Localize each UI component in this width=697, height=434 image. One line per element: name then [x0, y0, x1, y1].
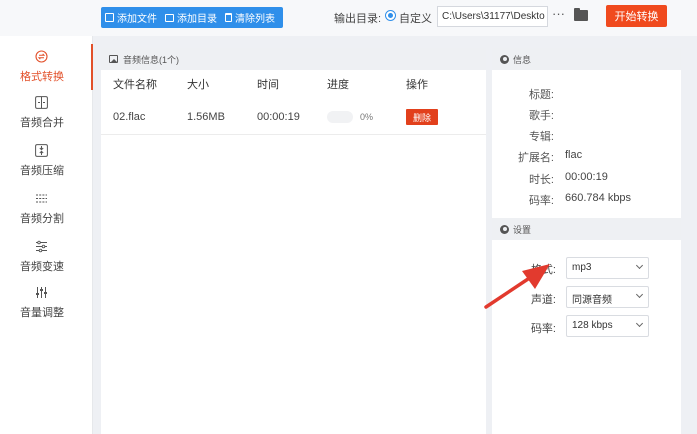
open-folder-icon[interactable]	[574, 8, 588, 21]
sidebar-item-label: 音频合并	[20, 117, 64, 129]
settings-header: 设置	[492, 218, 681, 240]
file-action-group: 添加文件 添加目录 清除列表	[101, 7, 283, 28]
info-artist-key: 歌手:	[528, 110, 554, 122]
info-title: 信息	[513, 54, 532, 65]
channel-select-value: 同源音频	[572, 295, 612, 306]
column-header-size: 大小	[187, 79, 209, 91]
info-duration-value: 00:00:19	[565, 171, 608, 183]
sidebar-item-audio-split[interactable]: 音频分割	[0, 192, 92, 242]
clear-list-label: 清除列表	[235, 14, 275, 25]
sidebar-item-label: 音量调整	[20, 307, 64, 319]
file-list-panel: 音频信息(1个) 文件名称 大小 时间 进度 操作 02.flac 1.56MB…	[101, 48, 486, 434]
bitrate-select[interactable]: 128 kbps	[566, 315, 649, 337]
add-file-icon	[105, 13, 114, 22]
chevron-down-icon	[635, 290, 644, 299]
progress-text: 0%	[360, 112, 374, 122]
gear-icon	[500, 224, 509, 234]
info-bitrate-key: 码率:	[528, 195, 554, 207]
row-divider	[101, 134, 486, 135]
info-extension-value: flac	[565, 149, 583, 161]
add-file-label: 添加文件	[117, 14, 157, 25]
sidebar-item-audio-speed[interactable]: 音频变速	[0, 240, 92, 290]
trash-icon	[225, 13, 232, 22]
sidebar-item-volume-adjust[interactable]: 音量调整	[0, 286, 92, 336]
add-folder-button[interactable]: 添加目录	[161, 7, 221, 28]
custom-radio-label[interactable]: 自定义	[399, 10, 432, 26]
file-list-header: 音频信息(1个)	[101, 48, 486, 70]
active-indicator	[91, 44, 93, 90]
sidebar-item-audio-merge[interactable]: 音频合并	[0, 92, 92, 142]
settings-section: 设置	[492, 218, 681, 240]
column-header-time: 时间	[257, 79, 279, 91]
settings-title: 设置	[513, 224, 532, 235]
sidebar-item-format-convert[interactable]: 格式转换	[0, 42, 93, 92]
file-list-title: 音频信息(1个)	[123, 54, 179, 65]
output-dir-label: 输出目录:	[334, 13, 382, 25]
output-path-input[interactable]: C:\Users\31177\Deskto	[437, 6, 548, 27]
add-file-button[interactable]: 添加文件	[101, 7, 161, 28]
bitrate-select-value: 128 kbps	[572, 320, 613, 331]
custom-radio[interactable]	[385, 10, 396, 21]
sidebar-item-label: 音频压缩	[20, 165, 64, 177]
top-toolbar: 添加文件 添加目录 清除列表 输出目录: 自定义 C:\Users\31177\…	[0, 0, 697, 36]
audio-merge-icon	[35, 96, 48, 109]
image-icon	[109, 55, 118, 63]
folder-icon	[165, 13, 174, 22]
file-size-cell: 1.56MB	[187, 111, 225, 123]
channel-select[interactable]: 同源音频	[566, 286, 649, 308]
chevron-down-icon	[635, 319, 644, 328]
column-header-name: 文件名称	[113, 79, 157, 91]
sidebar-item-label: 音频变速	[20, 261, 64, 273]
channel-label: 声道:	[530, 294, 556, 306]
info-extension-key: 扩展名:	[517, 152, 554, 164]
info-header: 信息	[492, 48, 681, 70]
volume-adjust-icon	[36, 287, 47, 298]
info-settings-panel: 信息 标题: 歌手: 专辑: 扩展名: flac 时长: 00:00:19 码率…	[492, 48, 681, 434]
format-select[interactable]: mp3	[566, 257, 649, 279]
bitrate-label: 码率:	[530, 323, 556, 335]
delete-button[interactable]: 删除	[406, 109, 438, 125]
add-folder-label: 添加目录	[177, 14, 217, 25]
sidebar-item-label: 音频分割	[20, 213, 64, 225]
more-options-button[interactable]: ···	[552, 6, 565, 21]
column-header-action: 操作	[406, 79, 428, 91]
sidebar-item-label: 格式转换	[20, 71, 64, 83]
clear-list-button[interactable]: 清除列表	[221, 7, 279, 28]
format-convert-icon	[35, 50, 48, 63]
file-time-cell: 00:00:19	[257, 111, 300, 123]
file-name-cell: 02.flac	[113, 111, 146, 123]
progress-bar	[327, 111, 353, 123]
audio-speed-icon	[36, 240, 47, 253]
sidebar: 格式转换 音频合并 音频压缩 音频分割 音频变速 音量调整	[0, 36, 93, 434]
audio-compress-icon	[35, 144, 48, 157]
gear-icon	[500, 54, 509, 64]
info-title-key: 标题:	[528, 89, 554, 101]
start-convert-button[interactable]: 开始转换	[606, 5, 667, 27]
info-album-key: 专辑:	[528, 131, 554, 143]
sidebar-item-audio-compress[interactable]: 音频压缩	[0, 142, 92, 192]
audio-split-icon	[36, 194, 47, 203]
info-bitrate-value: 660.784 kbps	[565, 192, 632, 204]
chevron-down-icon	[635, 261, 644, 270]
format-select-value: mp3	[572, 262, 592, 273]
info-duration-key: 时长:	[528, 174, 554, 186]
column-header-progress: 进度	[327, 79, 349, 91]
format-label: 格式:	[530, 264, 556, 276]
